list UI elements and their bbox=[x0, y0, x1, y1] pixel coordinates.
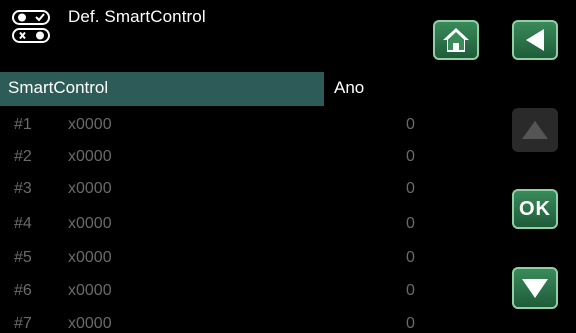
row-number: #6 bbox=[14, 282, 32, 299]
list-item[interactable]: #7 x0000 0 bbox=[0, 306, 420, 332]
row-number: #7 bbox=[14, 315, 32, 332]
row-name: x0000 bbox=[68, 116, 112, 133]
row-value: 0 bbox=[406, 148, 415, 165]
row-value: 0 bbox=[406, 282, 415, 299]
selected-value: Ano bbox=[334, 78, 365, 97]
page-title: Def. SmartControl bbox=[68, 7, 206, 26]
row-number: #1 bbox=[14, 116, 32, 133]
row-number: #3 bbox=[14, 180, 32, 197]
list-item[interactable]: #5 x0000 0 bbox=[0, 242, 420, 276]
row-number: #5 bbox=[14, 249, 32, 266]
down-arrow-icon bbox=[522, 279, 548, 298]
list-item[interactable]: #2 x0000 0 bbox=[0, 140, 420, 174]
row-value: 0 bbox=[406, 116, 415, 133]
scroll-down-button[interactable] bbox=[512, 267, 558, 309]
row-name: x0000 bbox=[68, 249, 112, 266]
list-item-selected[interactable]: SmartControl bbox=[0, 72, 324, 106]
list-item[interactable]: #6 x0000 0 bbox=[0, 276, 420, 310]
row-name: x0000 bbox=[68, 215, 112, 232]
row-value: 0 bbox=[406, 180, 415, 197]
row-value: 0 bbox=[406, 215, 415, 232]
row-number: #4 bbox=[14, 215, 32, 232]
row-value: 0 bbox=[406, 315, 415, 332]
row-name: x0000 bbox=[68, 148, 112, 165]
toggle-switch-icon bbox=[12, 10, 50, 43]
back-arrow-icon bbox=[526, 29, 544, 51]
list-item[interactable]: #4 x0000 0 bbox=[0, 208, 420, 242]
row-name: x0000 bbox=[68, 282, 112, 299]
home-icon bbox=[443, 28, 469, 52]
back-button[interactable] bbox=[512, 20, 558, 60]
row-value: 0 bbox=[406, 249, 415, 266]
up-arrow-icon bbox=[522, 121, 548, 139]
row-number: #2 bbox=[14, 148, 32, 165]
list-item[interactable]: #3 x0000 0 bbox=[0, 174, 420, 208]
selected-label: SmartControl bbox=[8, 78, 109, 97]
row-name: x0000 bbox=[68, 180, 112, 197]
ok-button[interactable]: OK bbox=[512, 189, 558, 229]
home-button[interactable] bbox=[433, 20, 479, 60]
list-item[interactable]: #1 x0000 0 bbox=[0, 106, 420, 140]
scroll-up-button[interactable] bbox=[512, 108, 558, 152]
row-name: x0000 bbox=[68, 315, 112, 332]
ok-label: OK bbox=[519, 197, 551, 220]
